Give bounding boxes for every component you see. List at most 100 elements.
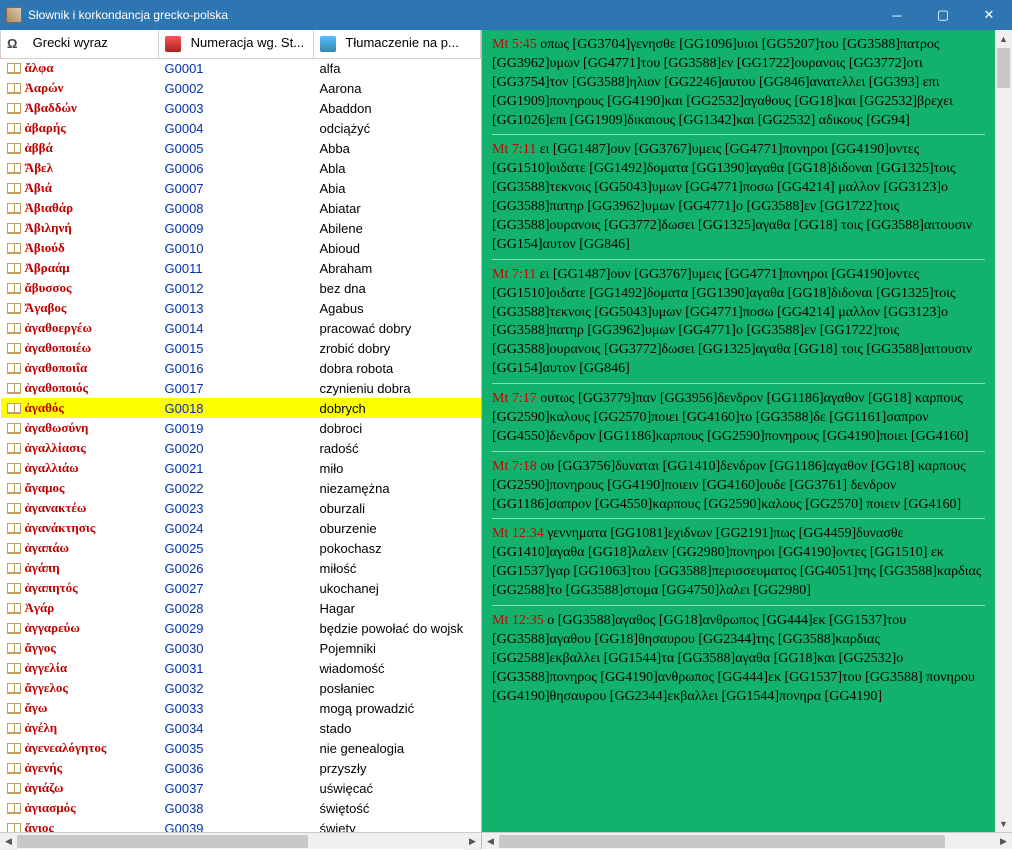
book-icon: [7, 523, 21, 534]
translation: radość: [314, 438, 481, 458]
book-icon: [7, 503, 21, 514]
minimize-button[interactable]: ─: [874, 0, 920, 30]
table-row[interactable]: ἀγέληG0034stado: [1, 718, 481, 738]
book-icon: [7, 383, 21, 394]
table-row[interactable]: ἄλφαG0001alfa: [1, 58, 481, 78]
scroll-thumb[interactable]: [499, 835, 945, 848]
strong-code: G0003: [159, 98, 314, 118]
table-row[interactable]: ἈβιαθάρG0008Abiatar: [1, 198, 481, 218]
maximize-button[interactable]: ▢: [920, 0, 966, 30]
table-row[interactable]: ἀγανακτέωG0023oburzali: [1, 498, 481, 518]
dictionary-pane: Grecki wyraz Numeracja wg. St... Tłumacz…: [0, 30, 482, 849]
greek-word: Ἄβελ: [25, 160, 54, 175]
table-row[interactable]: ἄγωG0033mogą prowadzić: [1, 698, 481, 718]
book-icon: [7, 143, 21, 154]
horizontal-scrollbar[interactable]: ◀ ▶: [0, 832, 481, 849]
table-row[interactable]: ἀγαλλίασιςG0020radość: [1, 438, 481, 458]
verse-reference: Mt 12:35: [492, 613, 547, 628]
table-row[interactable]: ἄγαμοςG0022niezamężna: [1, 478, 481, 498]
strong-code: G0037: [159, 778, 314, 798]
column-header-translation[interactable]: Tłumaczenie na p...: [314, 30, 481, 58]
table-row[interactable]: ἄγγοςG0030Pojemniki: [1, 638, 481, 658]
table-row[interactable]: ἈβραάμG0011Abraham: [1, 258, 481, 278]
table-row[interactable]: ἀγανάκτησιςG0024oburzenie: [1, 518, 481, 538]
translation: dobroci: [314, 418, 481, 438]
book-icon: [7, 223, 21, 234]
table-row[interactable]: ἌγαβοςG0013Agabus: [1, 298, 481, 318]
greek-word: ἀγαλλίασις: [25, 440, 86, 455]
scroll-right-icon[interactable]: ▶: [464, 833, 481, 850]
table-row[interactable]: ἀγαθόςG0018dobrych: [1, 398, 481, 418]
table-row[interactable]: ἀβαρήςG0004odciążyć: [1, 118, 481, 138]
strong-code: G0008: [159, 198, 314, 218]
table-row[interactable]: ἀγενήςG0036przyszły: [1, 758, 481, 778]
greek-word: ἄγαμος: [25, 480, 65, 495]
table-row[interactable]: ἁγιασμόςG0038świętość: [1, 798, 481, 818]
verse: Mt 7:17 ουτως [GG3779]παν [GG3956]δενδρο…: [492, 390, 985, 452]
translation: mogą prowadzić: [314, 698, 481, 718]
greek-word: Ἀβαδδών: [25, 100, 77, 115]
book-icon: [7, 423, 21, 434]
scroll-thumb[interactable]: [17, 835, 308, 848]
strong-code: G0009: [159, 218, 314, 238]
table-row[interactable]: ἅγιοςG0039święty: [1, 818, 481, 832]
close-button[interactable]: ✕: [966, 0, 1012, 30]
scroll-up-icon[interactable]: ▲: [995, 30, 1012, 47]
translation: posłaniec: [314, 678, 481, 698]
table-row[interactable]: ἀγαθοεργέωG0014pracować dobry: [1, 318, 481, 338]
table-row[interactable]: ἄγγελοςG0032posłaniec: [1, 678, 481, 698]
table-row[interactable]: ἀββάG0005Abba: [1, 138, 481, 158]
table-row[interactable]: ἉγάρG0028Hagar: [1, 598, 481, 618]
scroll-right-icon[interactable]: ▶: [995, 833, 1012, 850]
table-row[interactable]: ἈβιάG0007Abia: [1, 178, 481, 198]
strong-code: G0022: [159, 478, 314, 498]
verse: Mt 12:34 γεννηματα [GG1081]εχιδνων [GG21…: [492, 525, 985, 606]
strong-code: G0034: [159, 718, 314, 738]
column-header-greek[interactable]: Grecki wyraz: [1, 30, 159, 58]
strong-code: G0018: [159, 398, 314, 418]
table-row[interactable]: ἀγάπηG0026miłość: [1, 558, 481, 578]
table-row[interactable]: ἀγαθοποιέωG0015zrobić dobry: [1, 338, 481, 358]
table-row[interactable]: ἀγαθοποιΐαG0016dobra robota: [1, 358, 481, 378]
greek-word: Ἀβιληνή: [25, 220, 72, 235]
vscroll-thumb[interactable]: [997, 48, 1010, 88]
horizontal-scrollbar-right[interactable]: ◀ ▶: [482, 832, 1012, 849]
translation: bez dna: [314, 278, 481, 298]
table-row[interactable]: ἀγαπητόςG0027ukochanej: [1, 578, 481, 598]
book-icon: [7, 623, 21, 634]
table-row[interactable]: ἄβυσσοςG0012bez dna: [1, 278, 481, 298]
table-row[interactable]: ἈβιληνήG0009Abilene: [1, 218, 481, 238]
book-icon: [7, 823, 21, 832]
translation: Abraham: [314, 258, 481, 278]
table-row[interactable]: ἀγγελίαG0031wiadomość: [1, 658, 481, 678]
book-icon: [7, 663, 21, 674]
scroll-left-icon[interactable]: ◀: [0, 833, 17, 850]
book-icon: [7, 403, 21, 414]
strong-code: G0006: [159, 158, 314, 178]
translation: Aarona: [314, 78, 481, 98]
table-row[interactable]: ἁγιάζωG0037uświęcać: [1, 778, 481, 798]
verse-reference: Mt 12:34: [492, 526, 547, 541]
book-icon: [7, 163, 21, 174]
scroll-left-icon[interactable]: ◀: [482, 833, 499, 850]
verse-text: ου [GG3756]δυναται [GG1410]δενδρον [GG11…: [492, 459, 966, 512]
verse-text: γεννηματα [GG1081]εχιδνων [GG2191]πως [G…: [492, 526, 981, 598]
table-row[interactable]: ἈβιούδG0010Abioud: [1, 238, 481, 258]
translation: stado: [314, 718, 481, 738]
translation: oburzenie: [314, 518, 481, 538]
table-row[interactable]: ἈβαδδώνG0003Abaddon: [1, 98, 481, 118]
table-row[interactable]: ἌβελG0006Abla: [1, 158, 481, 178]
dictionary-table[interactable]: Grecki wyraz Numeracja wg. St... Tłumacz…: [0, 30, 481, 832]
table-row[interactable]: ἈαρώνG0002Aarona: [1, 78, 481, 98]
table-row[interactable]: ἀγαθοποιόςG0017czynieniu dobra: [1, 378, 481, 398]
table-row[interactable]: ἀγαπάωG0025pokochasz: [1, 538, 481, 558]
table-row[interactable]: ἀγενεαλόγητοςG0035nie genealogia: [1, 738, 481, 758]
strong-code: G0024: [159, 518, 314, 538]
scroll-down-icon[interactable]: ▼: [995, 815, 1012, 832]
verse: Mt 7:18 ου [GG3756]δυναται [GG1410]δενδρ…: [492, 458, 985, 520]
vertical-scrollbar[interactable]: ▲ ▼: [995, 30, 1012, 832]
column-header-number[interactable]: Numeracja wg. St...: [159, 30, 314, 58]
table-row[interactable]: ἀγαθωσύνηG0019dobroci: [1, 418, 481, 438]
table-row[interactable]: ἀγαλλιάωG0021miło: [1, 458, 481, 478]
table-row[interactable]: ἀγγαρεύωG0029będzie powołać do wojsk: [1, 618, 481, 638]
